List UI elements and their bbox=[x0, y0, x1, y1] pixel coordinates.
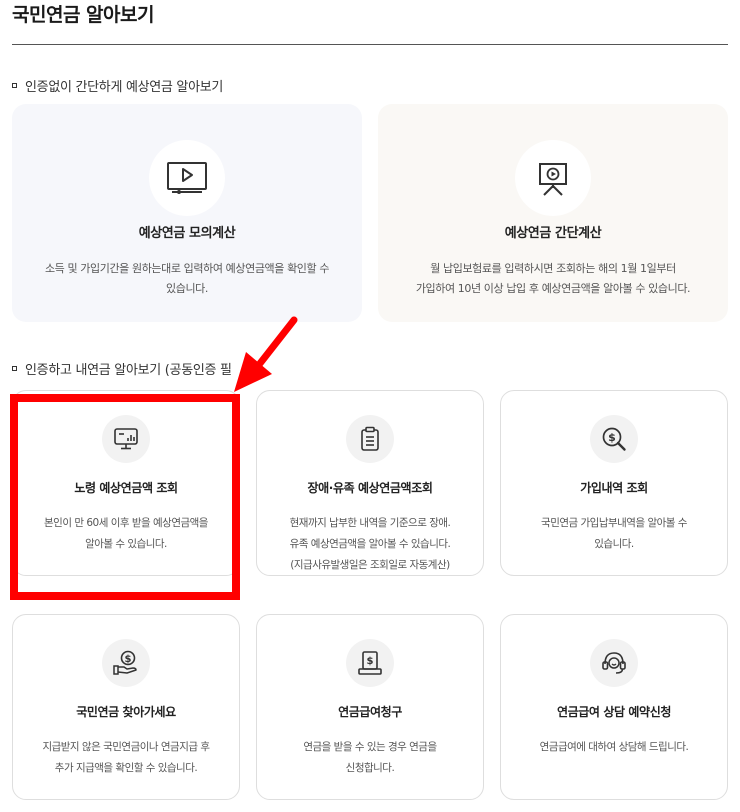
hand-coin-icon: $ bbox=[113, 650, 137, 675]
card-title: 예상연금 간단계산 bbox=[504, 226, 602, 241]
card-simple-calculation[interactable]: 예상연금 간단계산 월 납입보험료를 입력하시면 조회하는 해의 1월 1일부터… bbox=[378, 104, 728, 322]
card-title: 연금급여청구 bbox=[338, 705, 402, 719]
card-description: 국민연금 가입납부내역을 알아볼 수 있습니다. bbox=[515, 513, 713, 555]
card-title: 국민연금 찾아가세요 bbox=[76, 705, 176, 719]
title-divider bbox=[12, 44, 728, 45]
card-description: 현재까지 납부한 내역을 기준으로 장애. 유족 예상연금액을 알아볼 수 있습… bbox=[271, 513, 469, 576]
card-icon-circle bbox=[590, 639, 638, 687]
desc-line: 월 납입보험료를 입력하시면 조회하는 해의 1월 1일부터 bbox=[430, 262, 676, 275]
page-title: 국민연금 알아보기 bbox=[12, 4, 154, 26]
desc-line: 지급받지 않은 국민연금이나 연금지급 후 bbox=[42, 741, 210, 753]
section-heading-no-auth: 인증없이 간단하게 예상연금 알아보기 bbox=[12, 76, 223, 95]
headset-icon bbox=[602, 652, 626, 674]
desc-line: (지급사유발생일은 조회일로 자동계산) bbox=[290, 559, 450, 571]
card-description: 연금을 받을 수 있는 경우 연금을 신청합니다. bbox=[271, 737, 469, 779]
card-find-pension[interactable]: $ 국민연금 찾아가세요 지급받지 않은 국민연금이나 연금지급 후 추가 지급… bbox=[12, 614, 240, 800]
svg-text:$: $ bbox=[367, 656, 374, 667]
svg-text:$: $ bbox=[608, 431, 616, 444]
desc-line: 소득 및 가입기간을 원하는대로 입력하여 예상연금액을 확인할 수 bbox=[44, 262, 330, 275]
card-disability-survivor-inquiry[interactable]: 장애·유족 예상연금액조회 현재까지 납부한 내역을 기준으로 장애. 유족 예… bbox=[256, 390, 484, 576]
annotation-arrow-icon bbox=[234, 316, 298, 392]
card-icon-circle: $ bbox=[346, 639, 394, 687]
svg-text:$: $ bbox=[125, 654, 132, 665]
card-subscription-history-inquiry[interactable]: $ 가입내역 조회 국민연금 가입납부내역을 알아볼 수 있습니다. bbox=[500, 390, 728, 576]
section-heading-label: 인증하고 내연금 알아보기 (공동인증 필 bbox=[25, 363, 232, 378]
desc-line: 국민연금 가입납부내역을 알아볼 수 bbox=[541, 517, 687, 529]
card-icon-circle bbox=[515, 140, 591, 216]
card-title: 가입내역 조회 bbox=[580, 481, 648, 495]
card-icon-circle: $ bbox=[102, 639, 150, 687]
desc-line: 가입하여 10년 이상 납입 후 예상연금액을 알아볼 수 있습니다. bbox=[415, 282, 691, 295]
card-mock-calculation[interactable]: 예상연금 모의계산 소득 및 가입기간을 원하는대로 입력하여 예상연금액을 확… bbox=[12, 104, 362, 322]
video-play-icon bbox=[167, 162, 207, 194]
card-description: 소득 및 가입기간을 원하는대로 입력하여 예상연금액을 확인할 수 있습니다. bbox=[36, 259, 338, 299]
desc-line: 있습니다. bbox=[166, 282, 208, 295]
card-icon-circle: $ bbox=[590, 415, 638, 463]
money-search-icon: $ bbox=[602, 427, 626, 451]
card-description: 월 납입보험료를 입력하시면 조회하는 해의 1월 1일부터 가입하여 10년 … bbox=[402, 259, 704, 299]
bullet-square-icon bbox=[12, 83, 17, 88]
presentation-board-icon bbox=[539, 163, 567, 196]
card-title: 장애·유족 예상연금액조회 bbox=[307, 481, 433, 495]
section-heading-label: 인증없이 간단하게 예상연금 알아보기 bbox=[25, 80, 224, 95]
card-pension-benefit-claim[interactable]: $ 연금급여청구 연금을 받을 수 있는 경우 연금을 신청합니다. bbox=[256, 614, 484, 800]
card-title: 예상연금 모의계산 bbox=[138, 226, 236, 241]
card-icon-circle bbox=[149, 140, 225, 216]
money-document-icon: $ bbox=[358, 651, 382, 675]
desc-line: 연금급여에 대하여 상담해 드립니다. bbox=[539, 741, 689, 753]
card-description: 연금급여에 대하여 상담해 드립니다. bbox=[515, 737, 713, 758]
desc-line: 유족 예상연금액을 알아볼 수 있습니다. bbox=[289, 538, 451, 550]
card-description: 지급받지 않은 국민연금이나 연금지급 후 추가 지급액을 확인할 수 있습니다… bbox=[27, 737, 225, 779]
desc-line: 연금을 받을 수 있는 경우 연금을 bbox=[303, 741, 437, 753]
desc-line: 현재까지 납부한 내역을 기준으로 장애. bbox=[289, 517, 451, 529]
section-heading-auth: 인증하고 내연금 알아보기 (공동인증 필 bbox=[12, 359, 232, 378]
clipboard-icon bbox=[361, 426, 379, 451]
desc-line: 신청합니다. bbox=[345, 762, 395, 774]
card-icon-circle bbox=[346, 415, 394, 463]
card-consultation-reservation[interactable]: 연금급여 상담 예약신청 연금급여에 대하여 상담해 드립니다. bbox=[500, 614, 728, 800]
desc-line: 있습니다. bbox=[594, 538, 634, 550]
bullet-square-icon bbox=[12, 366, 17, 371]
card-title: 연금급여 상담 예약신청 bbox=[557, 705, 671, 719]
annotation-highlight-box bbox=[10, 394, 240, 600]
desc-line: 추가 지급액을 확인할 수 있습니다. bbox=[54, 762, 198, 774]
